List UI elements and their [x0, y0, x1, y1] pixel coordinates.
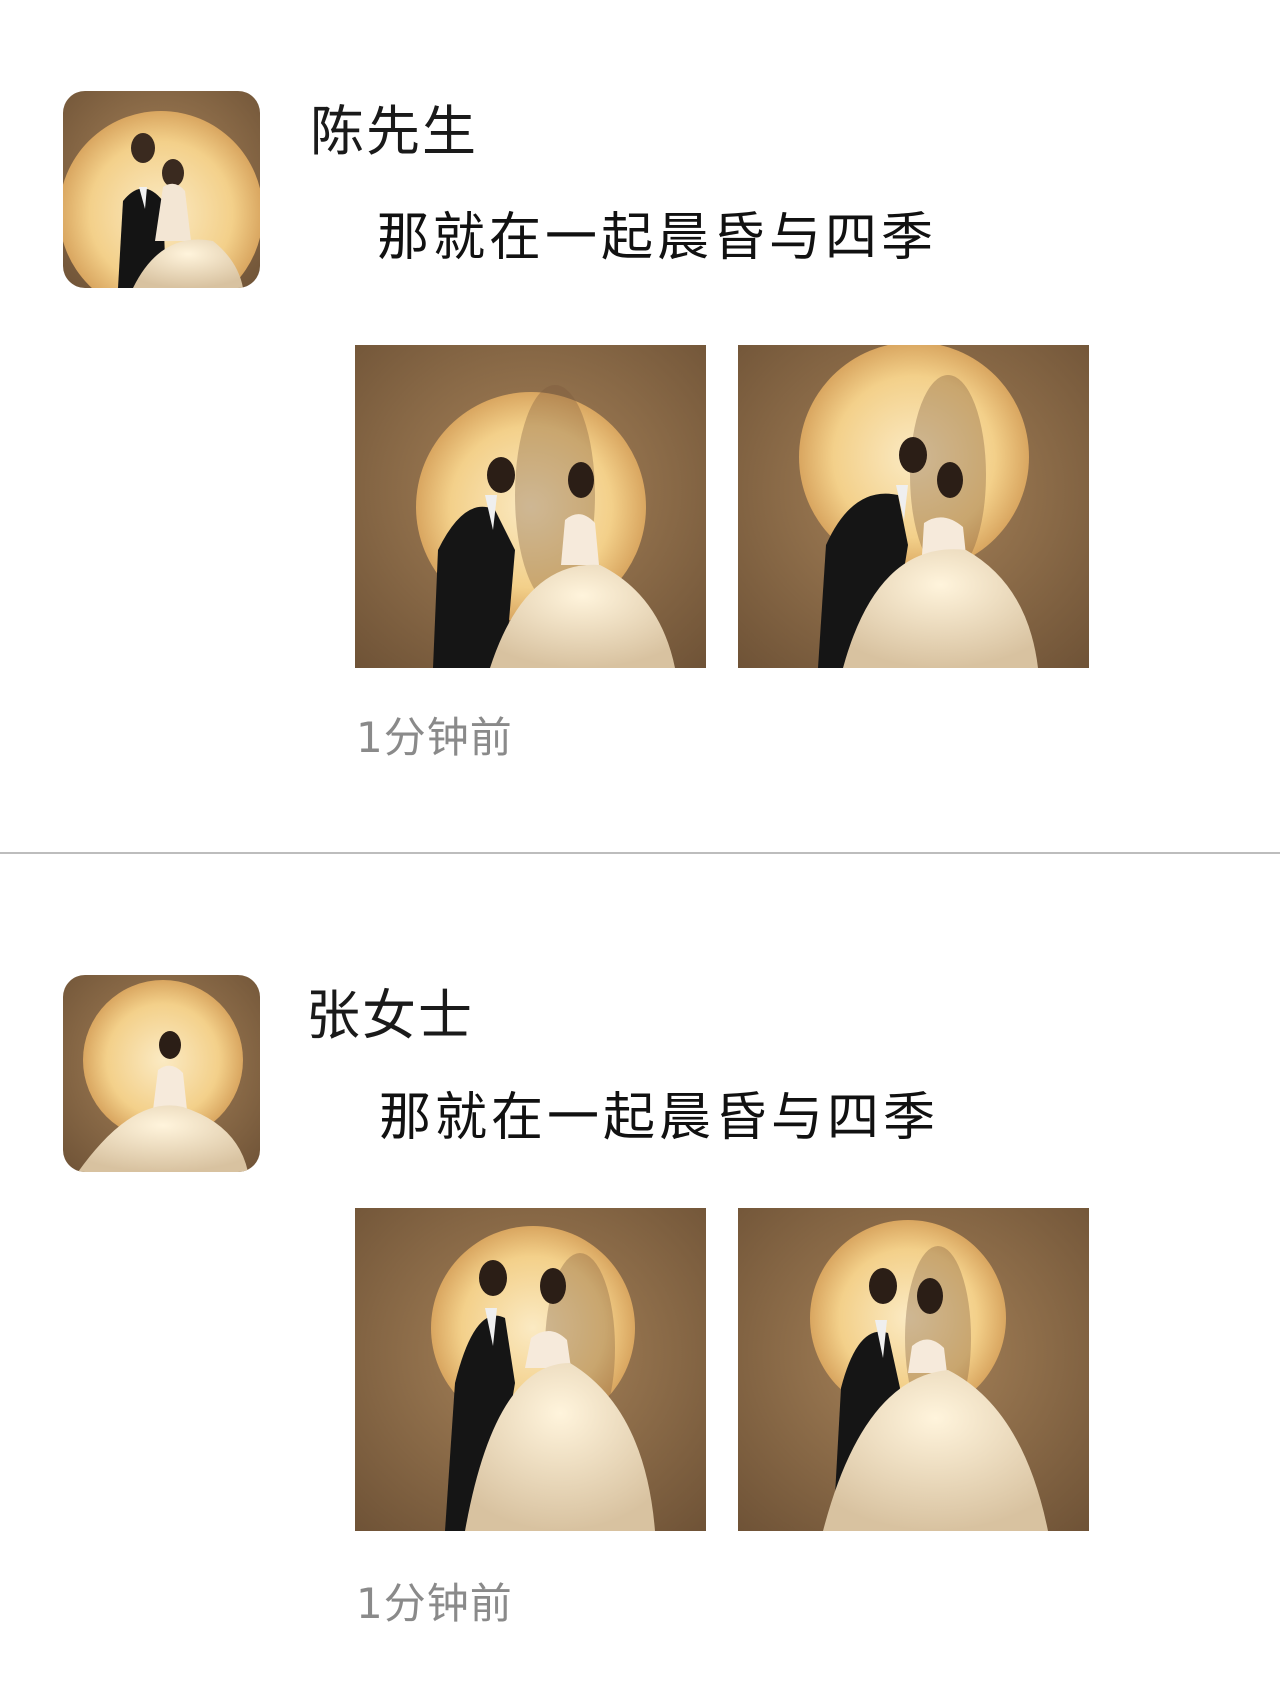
- moment-post: 陈先生 那就在一起晨昏与四季 1分钟前: [0, 0, 1280, 852]
- timestamp: 1分钟前: [356, 713, 513, 762]
- post-photo[interactable]: [355, 1208, 706, 1531]
- username[interactable]: 陈先生: [310, 100, 478, 164]
- username[interactable]: 张女士: [306, 984, 474, 1048]
- post-photo[interactable]: [355, 345, 706, 668]
- moment-post: 张女士 那就在一起晨昏与四季 1分钟前: [0, 854, 1280, 1706]
- avatar[interactable]: [63, 975, 260, 1172]
- avatar[interactable]: [63, 91, 260, 288]
- post-text: 那就在一起晨昏与四季: [379, 1088, 940, 1148]
- post-photo[interactable]: [738, 345, 1089, 668]
- post-photo[interactable]: [738, 1208, 1089, 1531]
- post-text: 那就在一起晨昏与四季: [377, 208, 938, 268]
- timestamp: 1分钟前: [356, 1579, 513, 1628]
